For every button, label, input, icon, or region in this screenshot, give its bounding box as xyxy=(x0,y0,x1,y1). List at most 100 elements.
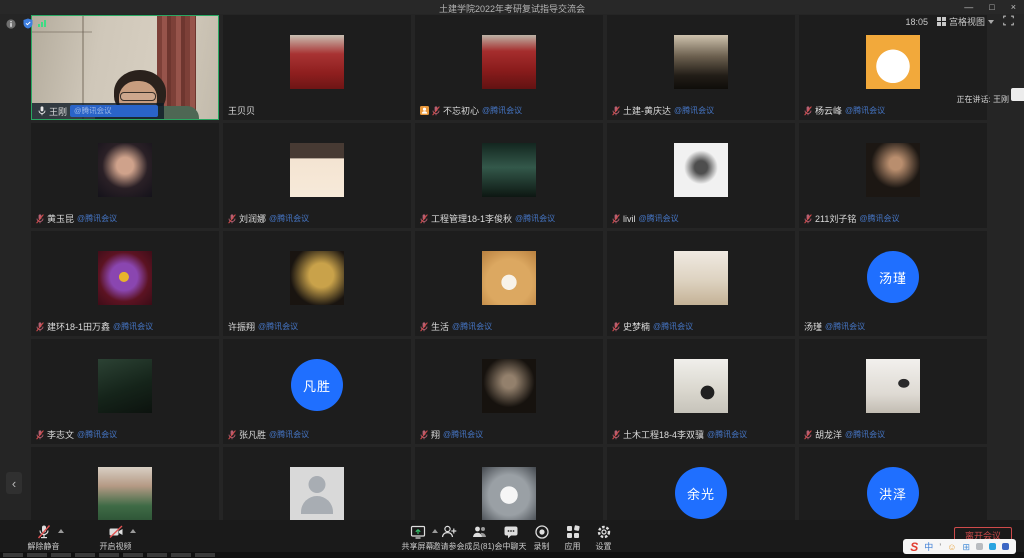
participant-label: 史梦楠 @腾讯会议 xyxy=(612,320,693,333)
security-shield-icon[interactable] xyxy=(23,16,33,34)
participant-tile[interactable]: 黄玉昆 @腾讯会议 xyxy=(31,123,219,228)
mic-status-icon xyxy=(420,322,428,332)
tray-icon[interactable] xyxy=(989,543,996,550)
participant-tile[interactable]: 汤瑾 汤瑾 @腾讯会议 xyxy=(799,231,987,336)
participant-tile[interactable]: 土建-黄庆达 @腾讯会议 xyxy=(607,15,795,120)
participant-avatar: 洪泽 xyxy=(867,467,919,519)
meeting-app: { "window": { "title": "土建学院2022年考研复试指导交… xyxy=(0,0,1024,558)
participant-name: 土建-黄庆达 xyxy=(623,104,671,117)
chevron-up-icon[interactable] xyxy=(130,529,136,533)
participant-tile[interactable]: 凡胜 张凡胜 @腾讯会议 xyxy=(223,339,411,444)
participant-avatar xyxy=(290,251,344,305)
participant-label: 李志文 @腾讯会议 xyxy=(36,428,117,441)
toolbar-members-button[interactable]: 成员(81) xyxy=(464,524,495,552)
toolbar-item-label: 录制 xyxy=(534,541,550,552)
participant-tile[interactable]: 史梦楠 @腾讯会议 xyxy=(607,231,795,336)
participant-avatar xyxy=(482,143,536,197)
toolbar-record-button[interactable]: 录制 xyxy=(526,524,557,552)
participant-suffix: @腾讯会议 xyxy=(443,429,483,440)
ime-glyph[interactable]: ☺ xyxy=(947,540,956,554)
grid-view-icon xyxy=(937,17,946,26)
participant-tile[interactable]: 生活 @腾讯会议 xyxy=(415,231,603,336)
participant-label: 土建-黄庆达 @腾讯会议 xyxy=(612,104,714,117)
invite-icon xyxy=(441,524,457,540)
participant-suffix: @腾讯会议 xyxy=(845,429,885,440)
ime-toolbar[interactable]: S中 ’ ☺ ⊞ xyxy=(903,539,1016,554)
toolbar-item-label: 成员(81) xyxy=(464,541,494,552)
participant-name: 王刚 xyxy=(49,105,67,118)
participant-name: 建环18-1田万鑫 xyxy=(47,320,110,333)
toolbar-unmute-button[interactable]: 解除静音 xyxy=(28,524,59,552)
ime-glyph[interactable]: ’ xyxy=(939,540,941,554)
toolbar-start-video-button[interactable]: 开启视频 xyxy=(100,524,131,552)
participant-label: 生活 @腾讯会议 xyxy=(420,320,492,333)
participant-tile[interactable]: 王贝贝 xyxy=(223,15,411,120)
participant-avatar xyxy=(482,467,536,521)
toolbar-left-group: 解除静音 开启视频 xyxy=(28,524,131,552)
participant-name: 杨云峰 xyxy=(815,104,842,117)
participant-suffix: @腾讯会议 xyxy=(258,321,298,332)
participant-tile[interactable]: livil @腾讯会议 xyxy=(607,123,795,228)
participant-name: 王贝贝 xyxy=(228,104,255,117)
participant-label: 许振翔 @腾讯会议 xyxy=(228,320,298,333)
participant-name: 工程管理18-1李俊秋 xyxy=(431,212,512,225)
mic-status-icon xyxy=(804,106,812,116)
participant-avatar xyxy=(98,359,152,413)
participant-tile[interactable]: 土木工程18-4李双骥 @腾讯会议 xyxy=(607,339,795,444)
participant-label: 翔 @腾讯会议 xyxy=(420,428,483,441)
participant-name: 许振翔 xyxy=(228,320,255,333)
participant-tile[interactable]: 李志文 @腾讯会议 xyxy=(31,339,219,444)
participant-label: 211刘子铭 @腾讯会议 xyxy=(804,212,899,225)
participant-label: 不忘初心 @腾讯会议 xyxy=(420,104,522,117)
toolbar-apps-button[interactable]: 应用 xyxy=(557,524,588,552)
chevron-up-icon[interactable] xyxy=(58,529,64,533)
chat-icon xyxy=(503,524,519,540)
participant-tile[interactable]: 许振翔 @腾讯会议 xyxy=(223,231,411,336)
mic-off-icon xyxy=(36,524,52,540)
meeting-info-icon[interactable] xyxy=(6,16,16,34)
participant-avatar xyxy=(290,35,344,89)
record-icon xyxy=(534,524,550,540)
participant-avatar xyxy=(482,35,536,89)
participant-avatar xyxy=(866,35,920,89)
participant-avatar xyxy=(98,143,152,197)
toolbar-chat-button[interactable]: 会中聊天 xyxy=(495,524,526,552)
mic-status-icon xyxy=(36,214,44,224)
participant-avatar xyxy=(866,143,920,197)
participant-avatar xyxy=(482,359,536,413)
toolbar-settings-button[interactable]: 设置 xyxy=(588,524,619,552)
grid-prev-page-button[interactable]: ‹ xyxy=(6,472,22,494)
participant-tile[interactable]: 王刚 @腾讯会议 xyxy=(31,15,219,120)
ime-glyph[interactable]: ⊞ xyxy=(962,540,970,554)
ime-brand-icon[interactable]: S xyxy=(910,540,918,554)
maximize-button[interactable]: □ xyxy=(989,0,994,14)
participant-label: 建环18-1田万鑫 @腾讯会议 xyxy=(36,320,153,333)
fullscreen-button[interactable] xyxy=(1003,15,1014,28)
participant-tile[interactable]: 不忘初心 @腾讯会议 xyxy=(415,15,603,120)
minimize-button[interactable]: — xyxy=(964,0,973,14)
tray-icon[interactable] xyxy=(1002,543,1009,550)
close-button[interactable]: × xyxy=(1011,0,1016,14)
camera-off-icon xyxy=(108,524,124,540)
ime-glyph[interactable]: 中 xyxy=(924,540,933,554)
toolbar-share-screen-button[interactable]: 共享屏幕 xyxy=(402,524,433,552)
participant-name: 张凡胜 xyxy=(239,428,266,441)
tray-icon[interactable] xyxy=(976,543,983,550)
grid-view-button[interactable]: 宫格视图 xyxy=(937,15,994,28)
participant-tile[interactable]: 翔 @腾讯会议 xyxy=(415,339,603,444)
toolbar-item-label: 解除静音 xyxy=(28,541,60,552)
participant-suffix: @腾讯会议 xyxy=(515,213,555,224)
participant-avatar: 凡胜 xyxy=(291,359,343,411)
toolbar-invite-button[interactable]: 邀请参会 xyxy=(433,524,464,552)
participant-tile[interactable]: 刘润娜 @腾讯会议 xyxy=(223,123,411,228)
participant-tile[interactable]: 211刘子铭 @腾讯会议 xyxy=(799,123,987,228)
participant-label: 胡龙洋 @腾讯会议 xyxy=(804,428,885,441)
participant-suffix: @腾讯会议 xyxy=(639,213,679,224)
participant-tile[interactable]: 建环18-1田万鑫 @腾讯会议 xyxy=(31,231,219,336)
participant-tile[interactable]: 工程管理18-1李俊秋 @腾讯会议 xyxy=(415,123,603,228)
toolbar-right-group: 共享屏幕邀请参会成员(81)会中聊天录制应用设置 xyxy=(402,524,619,552)
participant-avatar xyxy=(674,251,728,305)
participant-tile[interactable]: 胡龙洋 @腾讯会议 xyxy=(799,339,987,444)
participant-name: livil xyxy=(623,214,636,224)
participant-label: livil @腾讯会议 xyxy=(612,212,679,225)
